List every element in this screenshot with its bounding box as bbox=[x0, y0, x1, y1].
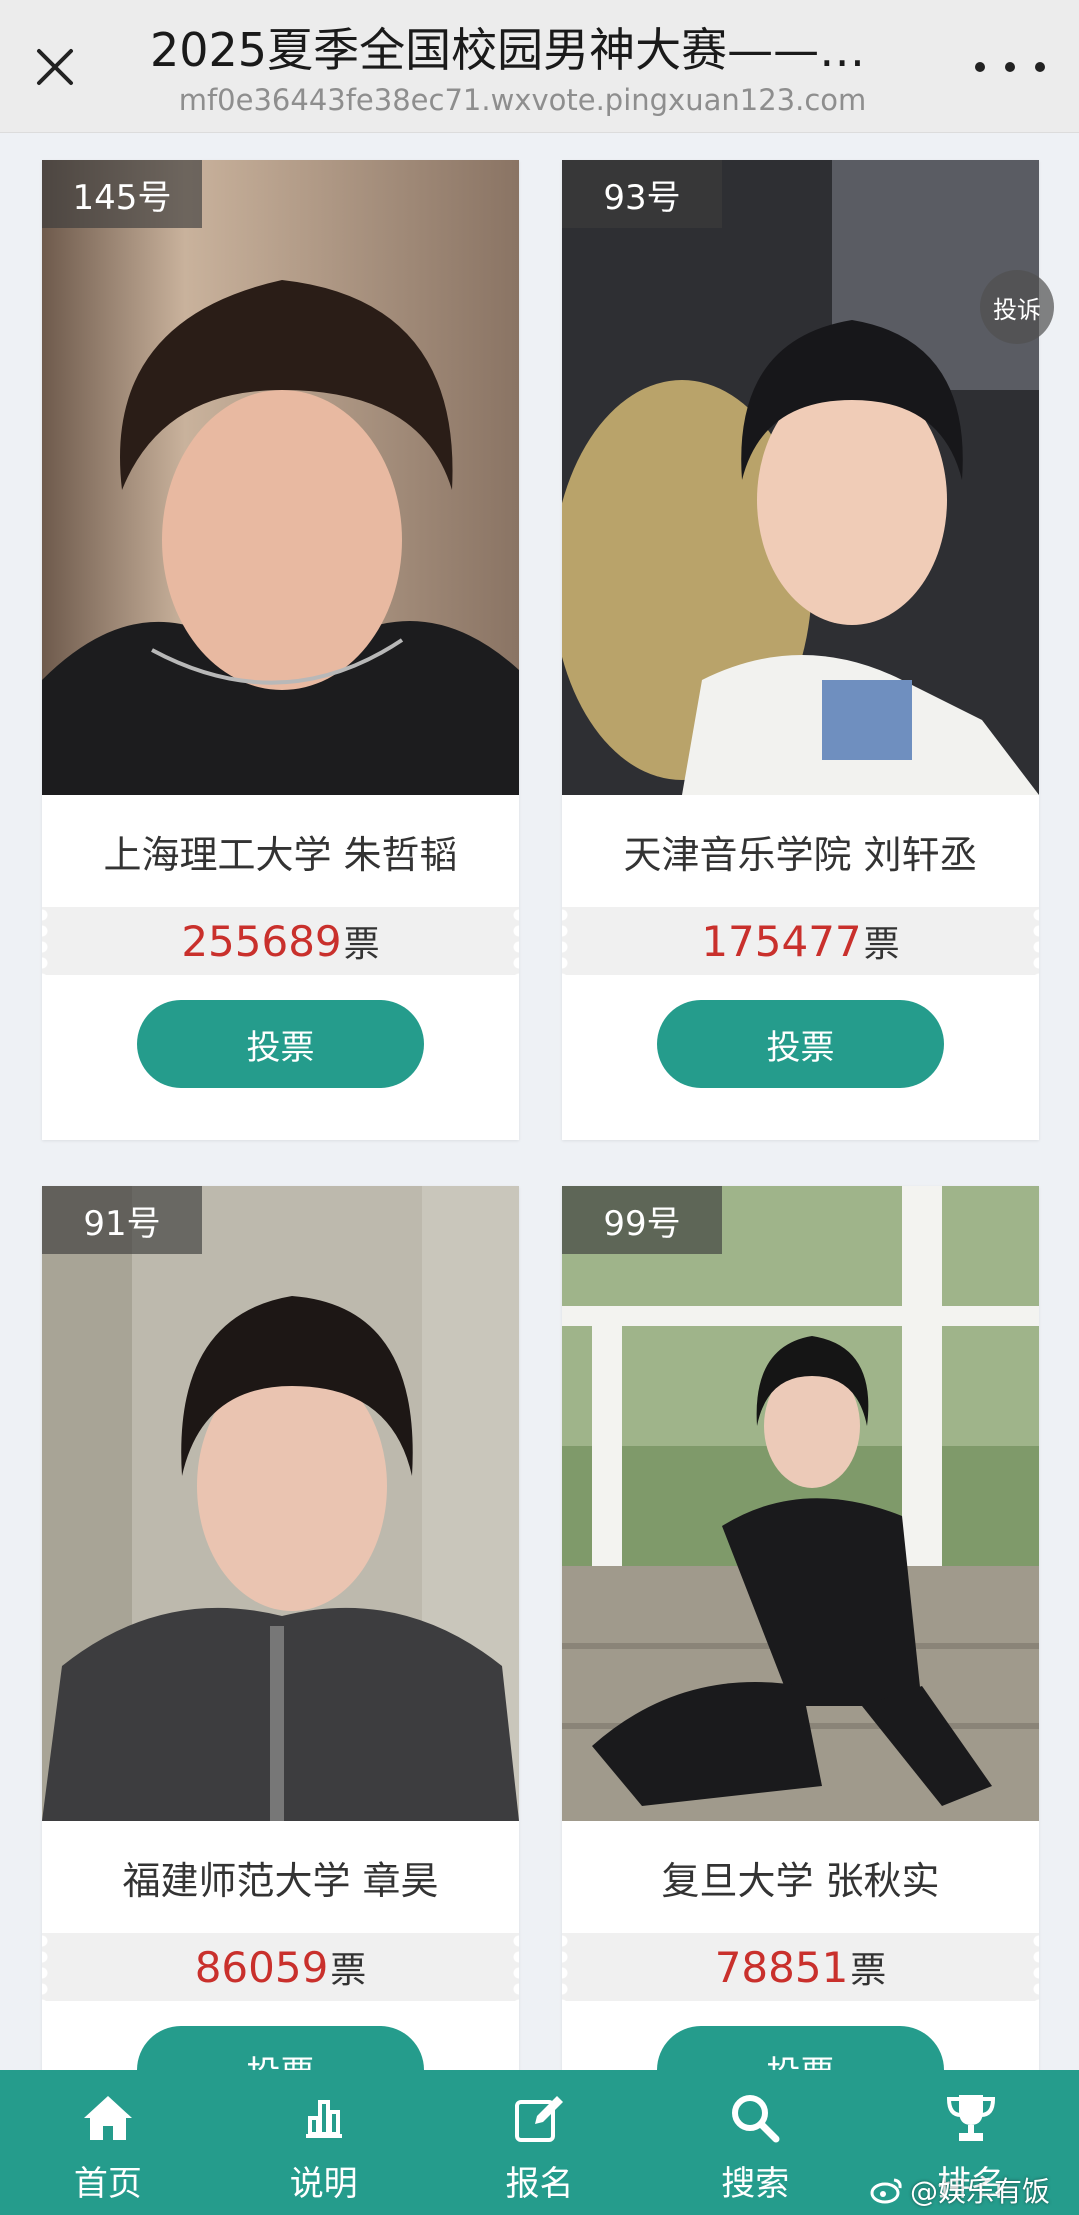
contestant-photo[interactable]: 91号 bbox=[42, 1186, 519, 1821]
vote-count: 175477 bbox=[701, 916, 862, 966]
home-icon bbox=[80, 2090, 136, 2146]
contestant-card: 91号 福建师范大学 章昊 86059票 投票 bbox=[42, 1186, 519, 2114]
contestant-card: 99号 复旦大学 张秋实 78851票 投票 bbox=[562, 1186, 1039, 2114]
nav-signup[interactable]: 报名 bbox=[432, 2070, 648, 2215]
vote-unit: 票 bbox=[850, 1950, 887, 1991]
page-title: 2025夏季全国校园男神大赛——总... bbox=[150, 23, 895, 77]
vote-button[interactable]: 投票 bbox=[137, 1000, 424, 1088]
top-bar: 2025夏季全国校园男神大赛——总... mf0e36443fe38ec71.w… bbox=[0, 0, 1079, 133]
weibo-icon bbox=[870, 2178, 902, 2204]
close-icon[interactable] bbox=[30, 42, 80, 92]
nav-signup-label: 报名 bbox=[505, 2164, 574, 2204]
vote-count-row: 175477 票 bbox=[562, 907, 1039, 975]
nav-search-label: 搜索 bbox=[721, 2164, 790, 2204]
contestant-name: 天津音乐学院 刘轩丞 bbox=[623, 832, 978, 877]
contestant-number: 99号 bbox=[562, 1186, 722, 1254]
contestant-number: 93号 bbox=[562, 160, 722, 228]
report-button[interactable]: 投诉 bbox=[980, 270, 1054, 344]
contestant-card: 145号 上海理工大学 朱哲韬 255689 票 投票 bbox=[42, 160, 519, 1140]
contestant-photo[interactable]: 93号 bbox=[562, 160, 1039, 795]
edit-icon bbox=[511, 2090, 567, 2146]
vote-count: 86059 bbox=[194, 1942, 329, 1992]
trophy-icon bbox=[943, 2090, 999, 2146]
vote-count: 78851 bbox=[714, 1942, 849, 1992]
vote-count-row: 86059 票 bbox=[42, 1933, 519, 2001]
watermark-text: @娱乐有饭 bbox=[910, 2175, 1051, 2208]
vote-button[interactable]: 投票 bbox=[657, 1000, 944, 1088]
nav-search[interactable]: 搜索 bbox=[647, 2070, 863, 2215]
vote-count: 255689 bbox=[181, 916, 342, 966]
nav-info[interactable]: 说明 bbox=[216, 2070, 432, 2215]
vote-count-row: 78851 票 bbox=[562, 1933, 1039, 2001]
contestant-name: 福建师范大学 章昊 bbox=[122, 1858, 439, 1903]
vote-count-row: 255689 票 bbox=[42, 907, 519, 975]
vote-unit: 票 bbox=[863, 924, 900, 965]
contestant-card: 93号 天津音乐学院 刘轩丞 175477 票 投票 bbox=[562, 160, 1039, 1140]
nav-info-label: 说明 bbox=[289, 2164, 358, 2204]
bar-chart-icon bbox=[296, 2090, 352, 2146]
search-icon bbox=[727, 2090, 783, 2146]
nav-home[interactable]: 首页 bbox=[0, 2070, 216, 2215]
contestant-number: 91号 bbox=[42, 1186, 202, 1254]
page-url: mf0e36443fe38ec71.wxvote.pingxuan123.com bbox=[178, 83, 867, 117]
contestant-name: 上海理工大学 朱哲韬 bbox=[103, 832, 458, 877]
contestant-photo[interactable]: 145号 bbox=[42, 160, 519, 795]
vote-unit: 票 bbox=[330, 1950, 367, 1991]
contestant-number: 145号 bbox=[42, 160, 202, 228]
contestant-photo[interactable]: 99号 bbox=[562, 1186, 1039, 1821]
more-dots-icon[interactable] bbox=[975, 50, 1045, 84]
contestant-name: 复旦大学 张秋实 bbox=[661, 1858, 940, 1903]
nav-home-label: 首页 bbox=[73, 2164, 142, 2204]
watermark: @娱乐有饭 bbox=[870, 2170, 1050, 2210]
vote-unit: 票 bbox=[343, 924, 380, 965]
